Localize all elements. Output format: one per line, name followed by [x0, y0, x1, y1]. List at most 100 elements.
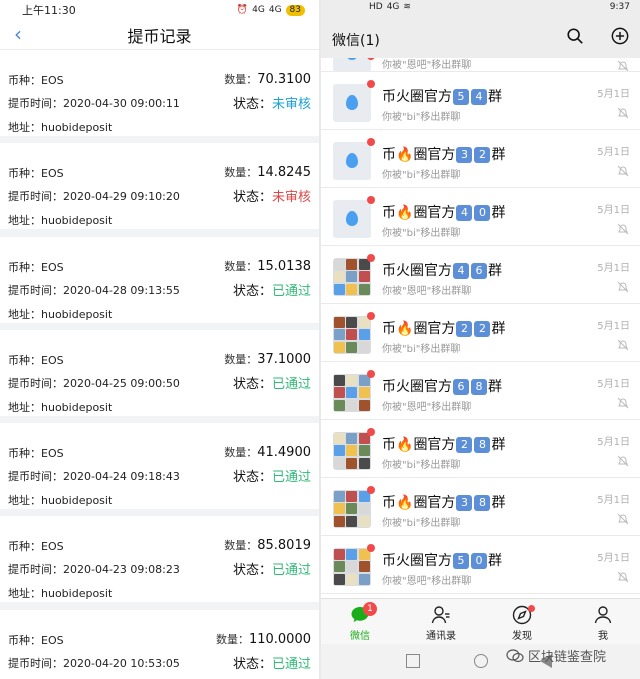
chat-preview: 你被"恩吧"移出群聊	[382, 576, 472, 587]
group-avatar	[333, 316, 371, 354]
unread-dot	[367, 544, 375, 552]
status-badge: 已通过	[271, 470, 311, 486]
chat-row[interactable]: 币🔥圈官方 4 0 群你被"bi"移出群聊 5月1日	[321, 188, 640, 246]
chat-row[interactable]: 币🔥圈官方 2 8 群你被"bi"移出群聊 5月1日	[321, 420, 640, 478]
unread-badge: 1	[363, 602, 377, 616]
number-badge: 5	[453, 89, 469, 105]
signal-icon-2: 4G	[268, 5, 282, 15]
number-badge: 8	[474, 437, 491, 453]
chat-time: 5月1日	[597, 89, 630, 100]
address-field: 地址：huobideposit	[8, 587, 113, 601]
group-avatar	[333, 58, 371, 71]
quantity-field: 数量：70.3100	[224, 72, 311, 87]
chat-preview: 你被"bi"移出群聊	[382, 170, 461, 181]
unread-dot	[367, 138, 375, 146]
withdrawal-records-screen: 上午11:30 ⏰ 4G 4G 83 ‹ 提币记录 币种：EOS 提币时间：202…	[0, 0, 319, 679]
withdraw-time-field: 提币时间：2020-04-20 10:53:05	[8, 656, 180, 670]
chat-row[interactable]: 币火圈官方 5 0 群你被"恩吧"移出群聊 5月1日	[321, 536, 640, 594]
battery-indicator: 83	[285, 4, 305, 16]
mute-icon	[617, 60, 629, 71]
address-field: 地址：huobideposit	[8, 307, 113, 321]
chat-row[interactable]: 币火圈官方 5 4 群你被"bi"移出群聊 5月1日	[321, 72, 640, 130]
search-icon[interactable]	[566, 27, 584, 45]
tab-contacts[interactable]: 通讯录	[416, 605, 466, 642]
hd-indicator: HD	[369, 2, 383, 12]
withdraw-time-field: 提币时间：2020-04-25 09:00:50	[8, 376, 180, 390]
alarm-icon: ⏰	[236, 5, 249, 15]
number-badge: 2	[474, 147, 491, 163]
quantity-field: 数量：37.1000	[224, 351, 311, 367]
chat-time: 5月1日	[597, 379, 630, 390]
tab-label: 发现	[512, 631, 532, 642]
number-badge: 6	[471, 263, 487, 279]
status-time-right: 9:37	[609, 2, 630, 12]
group-avatar	[333, 490, 371, 528]
number-badge: 6	[453, 379, 469, 395]
mute-icon	[617, 281, 629, 293]
chat-row[interactable]: 币🔥圈官方 2 2 群你被"bi"移出群聊 5月1日	[321, 304, 640, 362]
wechat-top-bar: 微信(1)	[321, 14, 640, 58]
chat-preview: 你被"bi"移出群聊	[382, 228, 461, 239]
chat-row[interactable]: 币火圈官方 6 8 群你被"恩吧"移出群聊 5月1日	[321, 362, 640, 420]
signal-icon-right: 4G	[386, 2, 400, 12]
group-avatar	[333, 374, 371, 412]
chat-time: 5月1日	[597, 495, 630, 506]
chat-row[interactable]: 币火圈官方 4 6 群你被"恩吧"移出群聊 5月1日	[321, 246, 640, 304]
chat-row[interactable]: 币🔥圈官方 3 8 群你被"bi"移出群聊 5月1日	[321, 478, 640, 536]
chat-row[interactable]: 币🔥圈官方 3 2 群你被"bi"移出群聊 5月1日	[321, 130, 640, 188]
chat-preview: 你被"恩吧"移出群聊	[382, 60, 472, 71]
status-field: 状态：未审核	[232, 190, 311, 206]
number-badge: 0	[471, 553, 487, 569]
back-button[interactable]: ‹	[14, 24, 22, 44]
home-button[interactable]	[474, 654, 488, 668]
wifi-icon: ≋	[403, 2, 411, 12]
chat-row-partial[interactable]: 你被"恩吧"移出群聊	[321, 58, 640, 72]
withdrawal-record: 币种：EOS 提币时间：2020-04-29 09:10:20 地址：huobide…	[0, 143, 319, 230]
group-avatar	[333, 142, 371, 180]
chat-time: 5月1日	[597, 205, 630, 216]
number-badge: 4	[456, 205, 473, 221]
tab-label: 通讯录	[426, 631, 456, 642]
group-avatar	[333, 548, 371, 586]
chat-list: 你被"恩吧"移出群聊 币火圈官方 5 4 群你被"bi"移出群聊 5月1日 币🔥圈官方 3 2…	[321, 58, 640, 594]
mute-icon	[617, 165, 629, 177]
contacts-icon	[431, 606, 450, 624]
fire-icon: 🔥	[396, 147, 414, 163]
fire-icon: 🔥	[396, 321, 414, 337]
status-field: 状态：已通过	[232, 656, 311, 672]
page-title: 提币记录	[127, 26, 192, 46]
chat-name: 币🔥圈官方 3 2 群	[382, 147, 506, 163]
unread-dot	[367, 254, 375, 262]
fire-icon: 🔥	[396, 205, 414, 221]
unread-dot	[367, 312, 375, 320]
group-avatar	[333, 432, 371, 470]
tab-wechat[interactable]: 1 微信	[335, 602, 385, 642]
number-badge: 2	[456, 437, 473, 453]
wechat-title: 微信(1)	[332, 33, 380, 49]
quantity-field: 数量：110.0000	[215, 631, 311, 647]
chat-name: 币🔥圈官方 2 2 群	[382, 321, 506, 337]
chat-name: 币火圈官方 5 4 群	[382, 89, 502, 105]
recents-button[interactable]	[406, 654, 420, 668]
coin-field: 币种：EOS	[8, 633, 64, 647]
add-icon[interactable]	[611, 27, 629, 45]
withdrawal-record: 币种：EOS 提币时间：2020-04-28 09:13:55 地址：huobide…	[0, 236, 319, 323]
quantity-field: 数量：14.8245	[224, 165, 311, 181]
coin-field: 币种：EOS	[8, 260, 64, 274]
withdrawal-record: 币种：EOS 提币时间：2020-04-24 09:18:43 地址：huobide…	[0, 423, 319, 510]
tab-me[interactable]: 我	[578, 605, 628, 642]
withdraw-time-field: 提币时间：2020-04-30 09:00:11	[8, 97, 180, 110]
mute-icon	[617, 107, 629, 119]
number-badge: 2	[456, 321, 473, 337]
coin-field: 币种：EOS	[8, 353, 64, 367]
discover-dot	[528, 605, 535, 612]
mute-icon	[617, 339, 629, 351]
withdrawal-record: 币种：EOS 提币时间：2020-04-20 10:53:05 数量：110.000…	[0, 609, 319, 679]
number-badge: 8	[474, 495, 491, 511]
withdraw-time-field: 提币时间：2020-04-28 09:13:55	[8, 283, 180, 297]
status-field: 状态：已通过	[232, 563, 311, 579]
nav-bar: ‹ 提币记录	[0, 20, 319, 50]
wechat-logo-icon	[506, 648, 524, 662]
chat-preview: 你被"bi"移出群聊	[382, 460, 461, 471]
tab-discover[interactable]: 发现	[497, 605, 547, 642]
